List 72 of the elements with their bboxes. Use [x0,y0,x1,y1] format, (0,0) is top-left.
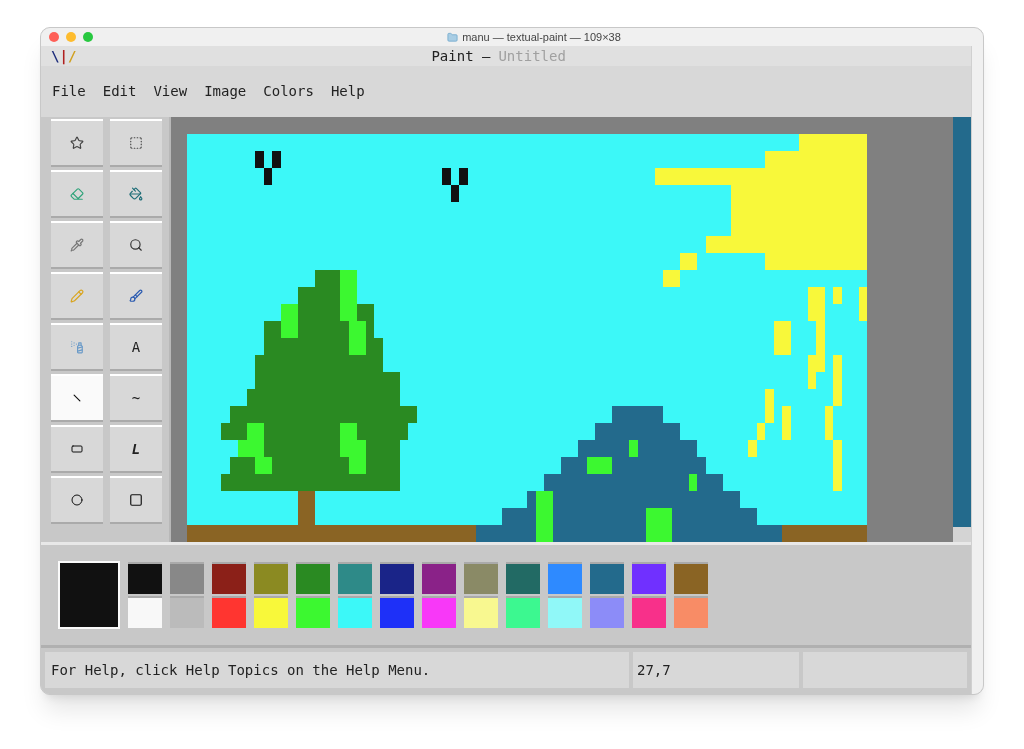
tool-button[interactable] [51,119,103,167]
star-icon [70,136,84,150]
eraser-icon [70,187,84,201]
rounded-square-icon [129,493,143,507]
document-title: Untitled [498,46,566,66]
tool-button[interactable] [110,476,162,524]
palette-color-swatch[interactable] [422,596,456,628]
palette-color-swatch[interactable] [464,596,498,628]
palette-color-swatch[interactable] [548,562,582,594]
tool-button[interactable]: L [110,425,162,473]
palette-color-swatch[interactable] [212,596,246,628]
tool-button[interactable] [51,221,103,269]
palette-color-swatch[interactable] [674,562,708,594]
palette-color-swatch[interactable] [548,596,582,628]
tool-button[interactable] [51,323,103,371]
app-logo: \|/ [51,46,77,67]
palette-color-swatch[interactable] [128,562,162,594]
bucket-icon [129,187,143,201]
palette-color-swatch[interactable] [170,596,204,628]
palette-color-swatch[interactable] [254,596,288,628]
dashed-square-icon [129,136,143,150]
palette-color-swatch[interactable] [590,596,624,628]
pencil-icon [70,289,84,303]
close-button[interactable] [49,32,59,42]
palette-color-swatch[interactable] [212,562,246,594]
palette-color-swatch[interactable] [380,596,414,628]
menu-item[interactable]: File [52,81,86,102]
palette-color-swatch[interactable] [674,596,708,628]
app-title: Paint — [431,46,491,66]
menu-item[interactable]: Colors [263,81,314,102]
window-title: manu — textual-paint — 109×38 [462,29,621,45]
magnifier-icon [129,238,143,252]
palette-color-swatch[interactable] [296,562,330,594]
zoom-button[interactable] [83,32,93,42]
rectangle-icon [71,443,83,455]
palette-color-swatch[interactable] [632,596,666,628]
tool-button[interactable] [51,170,103,218]
palette-color-swatch[interactable] [338,562,372,594]
palette-color-swatch[interactable] [590,562,624,594]
minimize-button[interactable] [66,32,76,42]
folder-icon [447,31,459,43]
tool-button[interactable] [110,272,162,320]
palette-color-swatch[interactable] [128,596,162,628]
tool-button[interactable]: A [110,323,162,371]
palette-color-swatch[interactable] [632,562,666,594]
tool-button[interactable] [51,272,103,320]
palette-color-swatch[interactable] [254,562,288,594]
palette-color-swatch[interactable] [422,562,456,594]
palette-color-swatch[interactable] [296,596,330,628]
tool-button[interactable] [51,374,103,422]
tool-button[interactable] [110,221,162,269]
tool-button[interactable] [110,119,162,167]
spray-can-icon [70,340,84,354]
tool-button[interactable] [51,476,103,524]
tool-button[interactable] [110,170,162,218]
palette-color-swatch[interactable] [338,596,372,628]
palette-color-swatch[interactable] [506,562,540,594]
brush-icon [129,289,143,303]
menu-item[interactable]: Edit [102,81,137,102]
cursor-coordinates: 27,7 [633,652,799,688]
tool-button[interactable]: ~ [110,374,162,422]
palette-color-swatch[interactable] [170,562,204,594]
tool-button[interactable] [51,425,103,473]
palette-color-swatch[interactable] [506,596,540,628]
ellipse-icon [71,494,83,506]
menu-item[interactable]: View [153,81,188,102]
menu-item[interactable]: Image [204,81,247,102]
status-message: For Help, click Help Topics on the Help Menu. [45,652,629,688]
palette-color-swatch[interactable] [380,562,414,594]
pipette-icon [70,238,84,252]
palette-color-swatch[interactable] [464,562,498,594]
menu-item[interactable]: Help [330,81,365,102]
